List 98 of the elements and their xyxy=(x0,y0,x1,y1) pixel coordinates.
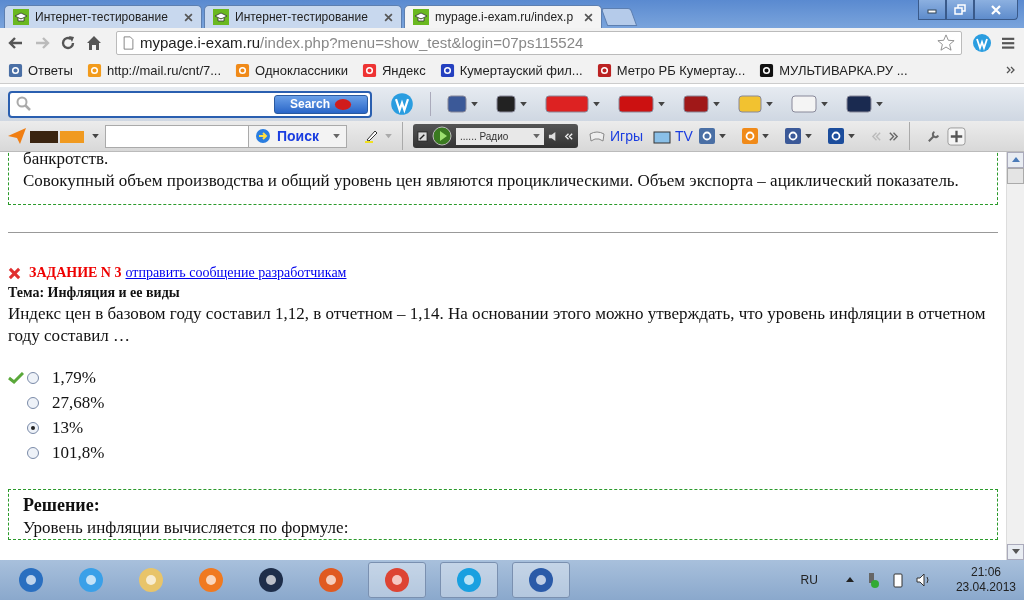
toolbar-link[interactable]: TV xyxy=(653,128,693,144)
paper-plane-logo-icon[interactable] xyxy=(6,126,86,146)
question-text: Индекс цен в базовом году составил 1,12, в отчетном – 1,14. На основании этого можно утверждать, что уровень инфляции в отчетном году составил … xyxy=(8,303,987,347)
close-icon[interactable] xyxy=(184,12,193,22)
scrollbar[interactable] xyxy=(1006,152,1024,560)
reload-icon[interactable] xyxy=(60,34,76,51)
solution-title: Решение: xyxy=(23,494,101,517)
tv-icon xyxy=(653,128,672,144)
close-icon[interactable] xyxy=(384,12,393,22)
chevron-icon[interactable] xyxy=(1006,65,1016,75)
w-logo-icon[interactable] xyxy=(390,92,414,116)
down-arrow-icon xyxy=(1011,549,1020,555)
page-icon xyxy=(123,35,134,50)
scroll-up-button[interactable] xyxy=(1007,152,1024,168)
bookmark[interactable]: Ответы xyxy=(8,62,73,78)
answer-label: 101,8% xyxy=(52,443,105,463)
cap-icon xyxy=(13,9,29,25)
star-icon[interactable] xyxy=(937,33,955,52)
answer-label: 27,68% xyxy=(52,393,105,413)
dropdown-icon xyxy=(533,133,540,139)
bookmark-icon xyxy=(439,62,455,78)
ask-logo-icon xyxy=(334,97,352,111)
wrench-icon[interactable] xyxy=(925,128,941,144)
bookmark-icon xyxy=(235,62,251,78)
search-field[interactable]: Search xyxy=(8,90,372,118)
collapse-icon[interactable] xyxy=(563,130,574,142)
dropdown-icon[interactable] xyxy=(804,133,812,139)
bookmark-icon xyxy=(596,62,612,78)
answer-label: 1,79% xyxy=(52,368,96,388)
dropdown-icon[interactable] xyxy=(471,101,478,107)
radio-button[interactable] xyxy=(26,421,40,435)
browser-tab[interactable]: Интернет-тестирование xyxy=(4,5,202,28)
clock[interactable]: 21:06 23.04.2013 xyxy=(955,565,1016,595)
close-icon[interactable] xyxy=(584,12,593,22)
search-field[interactable] xyxy=(105,124,249,148)
cap-icon xyxy=(413,9,429,25)
browser-tab[interactable]: Интернет-тестирование xyxy=(204,5,402,28)
bookmark[interactable]: Одноклассники xyxy=(235,62,348,78)
answer-label: 13% xyxy=(52,418,84,438)
task-title: ЗАДАНИЕ N 3 xyxy=(29,264,122,282)
dropdown-icon[interactable] xyxy=(766,101,773,107)
bookmark[interactable]: МУЛЬТИВАРКА.РУ ... xyxy=(759,62,908,78)
report-link[interactable]: отправить сообщение разработчикам xyxy=(125,263,347,283)
bookmark-icon xyxy=(8,62,23,78)
dropdown-icon[interactable] xyxy=(821,101,828,107)
radio-button[interactable] xyxy=(26,371,40,385)
solution-text: Уровень инфляции вычисляется по формуле: xyxy=(23,517,350,539)
address-field[interactable]: mypage.i-exam.ru/index.php?menu=show_test&login=07ps115524 xyxy=(116,30,962,55)
close-icon xyxy=(990,3,1002,16)
dropdown-icon[interactable] xyxy=(593,101,600,107)
bookmark-icon xyxy=(361,62,377,78)
restore-button[interactable] xyxy=(946,0,974,20)
bookmark[interactable]: http://mail.ru/cnt/7... xyxy=(86,62,222,78)
bookmark[interactable]: Кумертауский фил... xyxy=(439,62,583,78)
radio-button[interactable] xyxy=(26,446,40,460)
scroll-thumb[interactable] xyxy=(1007,168,1024,184)
bookmark-icon xyxy=(86,62,102,78)
language-indicator[interactable]: RU xyxy=(800,573,818,587)
dropdown-icon[interactable] xyxy=(520,101,527,107)
play-icon[interactable] xyxy=(432,126,452,146)
task-topic: Тема: Инфляция и ее виды xyxy=(8,284,181,302)
search-button[interactable]: Search xyxy=(274,94,368,114)
speaker-icon[interactable] xyxy=(915,572,932,588)
minimize-button[interactable] xyxy=(918,0,946,20)
add-icon[interactable] xyxy=(946,126,966,146)
dropdown-icon[interactable] xyxy=(718,133,726,139)
close-button[interactable] xyxy=(974,0,1018,20)
search-button[interactable]: Поиск xyxy=(248,124,347,148)
new-tab-button[interactable] xyxy=(600,8,638,26)
highlighter-icon[interactable] xyxy=(363,128,379,144)
bookmark[interactable]: Метро РБ Кумертау... xyxy=(596,62,746,78)
dropdown-icon xyxy=(333,133,340,139)
cap-icon xyxy=(213,9,229,25)
dropdown-icon[interactable] xyxy=(876,101,883,107)
home-icon[interactable] xyxy=(86,34,102,51)
popout-icon[interactable] xyxy=(417,130,428,142)
scroll-right-icon[interactable] xyxy=(887,130,899,142)
dropdown-icon[interactable] xyxy=(847,133,855,139)
dropdown-icon[interactable] xyxy=(761,133,769,139)
bookmark[interactable]: Яндекс xyxy=(361,62,426,78)
scroll-down-button[interactable] xyxy=(1007,544,1024,560)
explanation-text: Совокупный объем производства и общий уровень цен являются проциклическими. Объем экспорта – ациклический показатель. xyxy=(23,170,960,192)
toolbar-link[interactable]: Игры xyxy=(588,128,644,144)
w-logo-icon[interactable] xyxy=(972,32,992,53)
radio-button[interactable] xyxy=(26,396,40,410)
dropdown-icon[interactable] xyxy=(658,101,665,107)
dropdown-icon[interactable] xyxy=(92,133,99,139)
station-dropdown[interactable]: ...... Радио xyxy=(456,127,544,145)
bookmark-icon xyxy=(759,62,775,78)
up-arrow-icon xyxy=(1011,157,1020,163)
browser-tab[interactable]: mypage.i-exam.ru/index.p xyxy=(404,5,602,28)
explanation-text: банкротств. xyxy=(23,152,110,170)
search-icon xyxy=(16,96,32,112)
back-icon[interactable] xyxy=(8,34,24,51)
dropdown-icon[interactable] xyxy=(713,101,720,107)
menu-icon[interactable] xyxy=(1002,35,1016,50)
restore-icon xyxy=(954,3,966,16)
show-hidden-icons[interactable] xyxy=(845,577,854,583)
